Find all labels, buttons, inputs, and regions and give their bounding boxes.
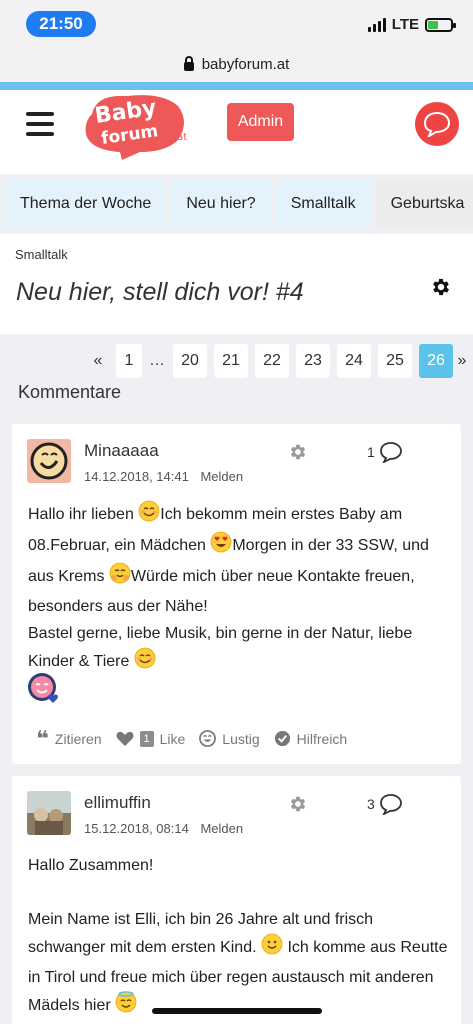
gear-icon[interactable] — [288, 794, 308, 814]
category-tabs: Thema der Woche Neu hier? Smalltalk Gebu… — [5, 180, 473, 228]
page-25[interactable]: 25 — [378, 344, 412, 378]
speech-bubble-icon — [379, 442, 402, 463]
heart-icon — [116, 731, 134, 746]
like-count: 1 — [139, 730, 154, 747]
pagination-prev[interactable]: « — [90, 344, 106, 378]
check-circle-icon — [274, 730, 290, 747]
tab-smalltalk[interactable]: Smalltalk — [275, 180, 371, 228]
reply-count: 1 — [367, 444, 375, 460]
speech-bubble-icon — [379, 794, 402, 815]
comment-paragraph: Mein Name ist Elli, ich bin 26 Jahre alt… — [28, 906, 453, 1022]
comment-actions: ❝ Zitieren 1 Like Lustig Hilfreich — [36, 725, 361, 751]
page-26-current[interactable]: 26 — [419, 344, 453, 378]
browser-url-bar[interactable]: babyforum.at — [0, 46, 473, 82]
quote-button[interactable]: ❝ Zitieren — [36, 725, 102, 751]
reply-count-button[interactable]: 3 — [367, 793, 403, 815]
status-icons: LTE — [367, 16, 456, 33]
avatar[interactable] — [27, 439, 71, 483]
username[interactable]: ellimuffin — [84, 793, 151, 813]
page-title: Neu hier, stell dich vor! #4 — [16, 278, 304, 306]
site-header: Baby forum .at Admin — [0, 90, 473, 174]
funny-label: Lustig — [222, 730, 260, 747]
comment-date: 14.12.2018, 14:41 — [84, 469, 189, 484]
breadcrumb[interactable]: Smalltalk — [15, 247, 68, 262]
smile-emoji-icon — [134, 647, 156, 678]
comment-paragraph — [28, 879, 453, 906]
slight-smile-emoji-icon — [261, 933, 283, 964]
hamburger-menu-icon[interactable] — [26, 112, 54, 136]
home-indicator[interactable] — [152, 1008, 322, 1014]
battery-level — [428, 20, 438, 29]
pagination: « 1 … 20 21 22 23 24 25 26 » — [0, 344, 473, 378]
status-time: 21:50 — [26, 11, 96, 37]
battery-icon — [425, 17, 456, 32]
comments-heading: Kommentare — [18, 382, 122, 402]
logo-suffix: .at — [174, 132, 187, 143]
page-24[interactable]: 24 — [337, 344, 371, 378]
comment-body: Hallo Zusammen! Mein Name ist Elli, ich … — [28, 852, 453, 1022]
accent-divider — [0, 82, 473, 90]
reply-count: 3 — [367, 796, 375, 812]
comment-paragraph: Bastel gerne, liebe Musik, bin gerne in … — [28, 620, 453, 678]
babyforum-logo[interactable]: Baby forum .at — [82, 92, 192, 160]
lock-icon — [183, 55, 194, 71]
comment-body: Hallo ihr lieben Ich bekomm mein erstes … — [28, 500, 453, 678]
pagination-ellipsis: … — [149, 352, 165, 369]
report-link[interactable]: Melden — [200, 469, 243, 484]
heart-eyes-emoji-icon — [210, 531, 232, 562]
laugh-icon — [199, 730, 217, 747]
gear-icon[interactable] — [430, 276, 452, 298]
signal-icon — [367, 17, 386, 32]
tab-thema-der-woche[interactable]: Thema der Woche — [5, 180, 167, 228]
page-20[interactable]: 20 — [173, 344, 207, 378]
comment-date: 15.12.2018, 08:14 — [84, 821, 189, 836]
page-21[interactable]: 21 — [214, 344, 248, 378]
tab-geburtskalender[interactable]: Geburtska — [375, 180, 473, 228]
network-label: LTE — [391, 16, 419, 33]
comment-paragraph: Hallo ihr lieben Ich bekomm mein erstes … — [28, 500, 453, 620]
url-text: babyforum.at — [201, 55, 290, 73]
helpful-label: Hilfreich — [296, 730, 348, 747]
page-23[interactable]: 23 — [296, 344, 330, 378]
smile-emoji-icon — [138, 500, 160, 531]
report-link[interactable]: Melden — [200, 821, 243, 836]
comment-paragraph: Hallo Zusammen! — [28, 857, 154, 874]
quote-label: Zitieren — [54, 730, 102, 747]
helpful-button[interactable]: Hilfreich — [274, 730, 348, 747]
avatar[interactable] — [27, 791, 71, 835]
status-bar: 21:50 LTE — [0, 0, 473, 46]
halo-emoji-icon — [115, 991, 137, 1022]
like-label: Like — [159, 730, 186, 747]
chat-bubble-icon — [423, 111, 451, 137]
hug-emoji-icon — [109, 562, 131, 593]
tab-neu-hier[interactable]: Neu hier? — [171, 180, 271, 228]
reaction-icon[interactable] — [27, 672, 61, 713]
pagination-next[interactable]: » — [455, 344, 469, 378]
comment-meta: 14.12.2018, 14:41 Melden — [84, 469, 251, 484]
page-22[interactable]: 22 — [255, 344, 289, 378]
page-1[interactable]: 1 — [116, 344, 142, 378]
comment-meta: 15.12.2018, 08:14 Melden — [84, 821, 251, 836]
funny-button[interactable]: Lustig — [199, 730, 260, 747]
like-button[interactable]: 1 Like — [116, 730, 186, 747]
gear-icon[interactable] — [288, 442, 308, 462]
comment-card: Minaaaaa 14.12.2018, 14:41 Melden 1 Hall… — [12, 424, 461, 764]
comment-card: ellimuffin 15.12.2018, 08:14 Melden 3 Ha… — [12, 776, 461, 1024]
quote-icon: ❝ — [36, 725, 49, 751]
reply-count-button[interactable]: 1 — [367, 441, 403, 463]
admin-button[interactable]: Admin — [227, 103, 294, 141]
thread-header: Smalltalk Neu hier, stell dich vor! #4 — [0, 234, 473, 334]
username[interactable]: Minaaaaa — [84, 441, 159, 461]
chat-button[interactable] — [415, 102, 459, 146]
